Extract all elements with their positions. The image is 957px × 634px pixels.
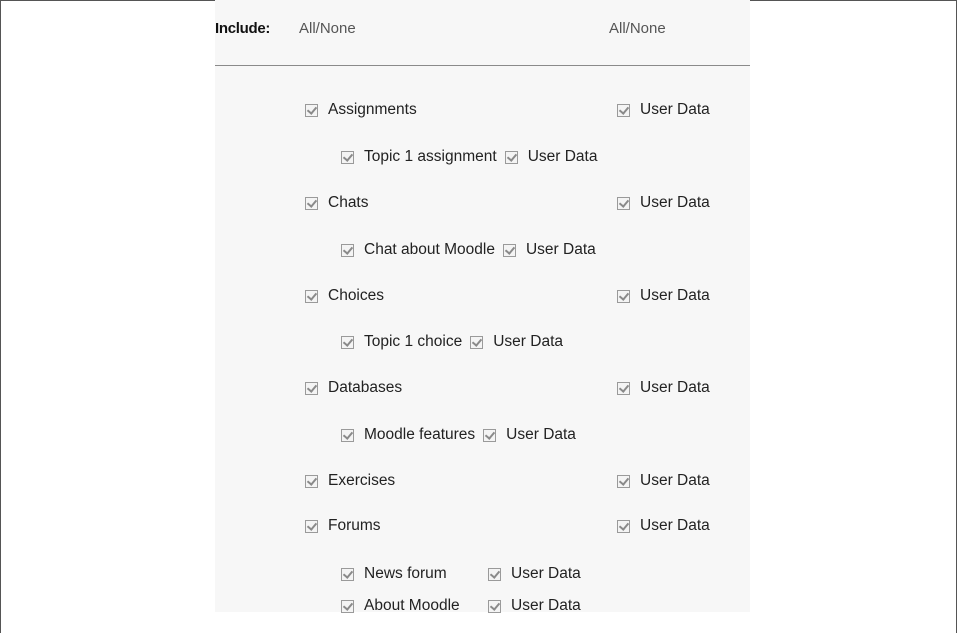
instance-label: News forum [364,565,447,582]
module-row-chats: Chats [305,193,369,213]
instance-row-about-moodle: About Moodle User Data [341,596,581,616]
module-label: Assignments [328,101,417,118]
userdata-label: User Data [493,333,564,350]
userdata-checkbox-databases[interactable] [617,381,630,395]
module-userdata-exercises: User Data [617,471,710,491]
userdata-label: User Data [506,426,576,443]
userdata-checkbox-forums[interactable] [617,519,630,533]
include-row: Include: All/None All/None [215,20,750,40]
instance-checkbox-chat-about-moodle[interactable] [341,243,354,257]
module-userdata-databases: User Data [617,378,710,398]
instance-row-chat-about-moodle: Chat about Moodle User Data [341,240,596,260]
module-row-forums: Forums [305,516,381,536]
instance-checkbox-topic-1-choice[interactable] [341,335,354,349]
module-label: Choices [328,287,384,304]
userdata-checkbox-assignments[interactable] [617,103,630,117]
instance-checkbox-moodle-features[interactable] [341,428,354,442]
instance-userdata-checkbox-topic-1-choice[interactable] [470,335,484,349]
userdata-checkbox-choices[interactable] [617,289,630,303]
userdata-checkbox-exercises[interactable] [617,474,630,488]
instance-row-topic-1-assignment: Topic 1 assignment User Data [341,147,597,167]
module-label: Exercises [328,472,396,489]
module-userdata-assignments: User Data [617,100,710,120]
userdata-label: User Data [525,241,596,258]
instance-userdata-checkbox-about-moodle[interactable] [488,599,501,613]
module-row-choices: Choices [305,286,384,306]
userdata-label: User Data [640,379,710,396]
all-none-link-user-data[interactable]: All/None [609,20,666,37]
instance-userdata-checkbox-chat-about-moodle[interactable] [502,243,516,257]
userdata-label: User Data [640,287,710,304]
instance-row-moodle-features: Moodle features User Data [341,425,576,445]
userdata-checkbox-chats[interactable] [617,196,630,210]
module-label: Forums [328,517,381,534]
userdata-label: User Data [527,148,598,165]
instance-label: Topic 1 assignment [364,148,497,165]
userdata-label: User Data [511,565,581,582]
module-label: Chats [328,194,369,211]
instance-checkbox-news-forum[interactable] [341,567,354,581]
module-row-exercises: Exercises [305,471,395,491]
all-none-link-modules[interactable]: All/None [299,20,356,37]
instance-userdata-checkbox-news-forum[interactable] [488,567,501,581]
include-label: Include: [215,20,271,37]
instance-userdata-checkbox-topic-1-assignment[interactable] [504,150,518,164]
module-userdata-forums: User Data [617,516,710,536]
instance-checkbox-topic-1-assignment[interactable] [341,150,354,164]
instance-row-news-forum: News forum User Data [341,564,581,584]
module-checkbox-choices[interactable] [305,289,318,303]
module-userdata-choices: User Data [617,286,710,306]
userdata-label: User Data [640,517,710,534]
module-checkbox-assignments[interactable] [305,103,318,117]
instance-row-topic-1-choice: Topic 1 choice User Data [341,332,563,352]
module-userdata-chats: User Data [617,193,710,213]
module-checkbox-exercises[interactable] [305,474,318,488]
divider [215,65,750,66]
instance-label: Topic 1 choice [364,333,463,350]
module-checkbox-forums[interactable] [305,519,318,533]
module-checkbox-databases[interactable] [305,381,318,395]
instance-label: About Moodle [364,597,460,614]
userdata-label: User Data [640,194,710,211]
instance-label: Chat about Moodle [364,241,495,258]
module-row-databases: Databases [305,378,402,398]
instance-label: Moodle features [364,426,476,443]
userdata-label: User Data [511,597,581,614]
instance-checkbox-about-moodle[interactable] [341,599,354,613]
instance-userdata-checkbox-moodle-features[interactable] [483,428,497,442]
userdata-label: User Data [640,101,710,118]
module-checkbox-chats[interactable] [305,196,318,210]
module-label: Databases [328,379,403,396]
userdata-label: User Data [640,472,710,489]
module-row-assignments: Assignments [305,100,417,120]
